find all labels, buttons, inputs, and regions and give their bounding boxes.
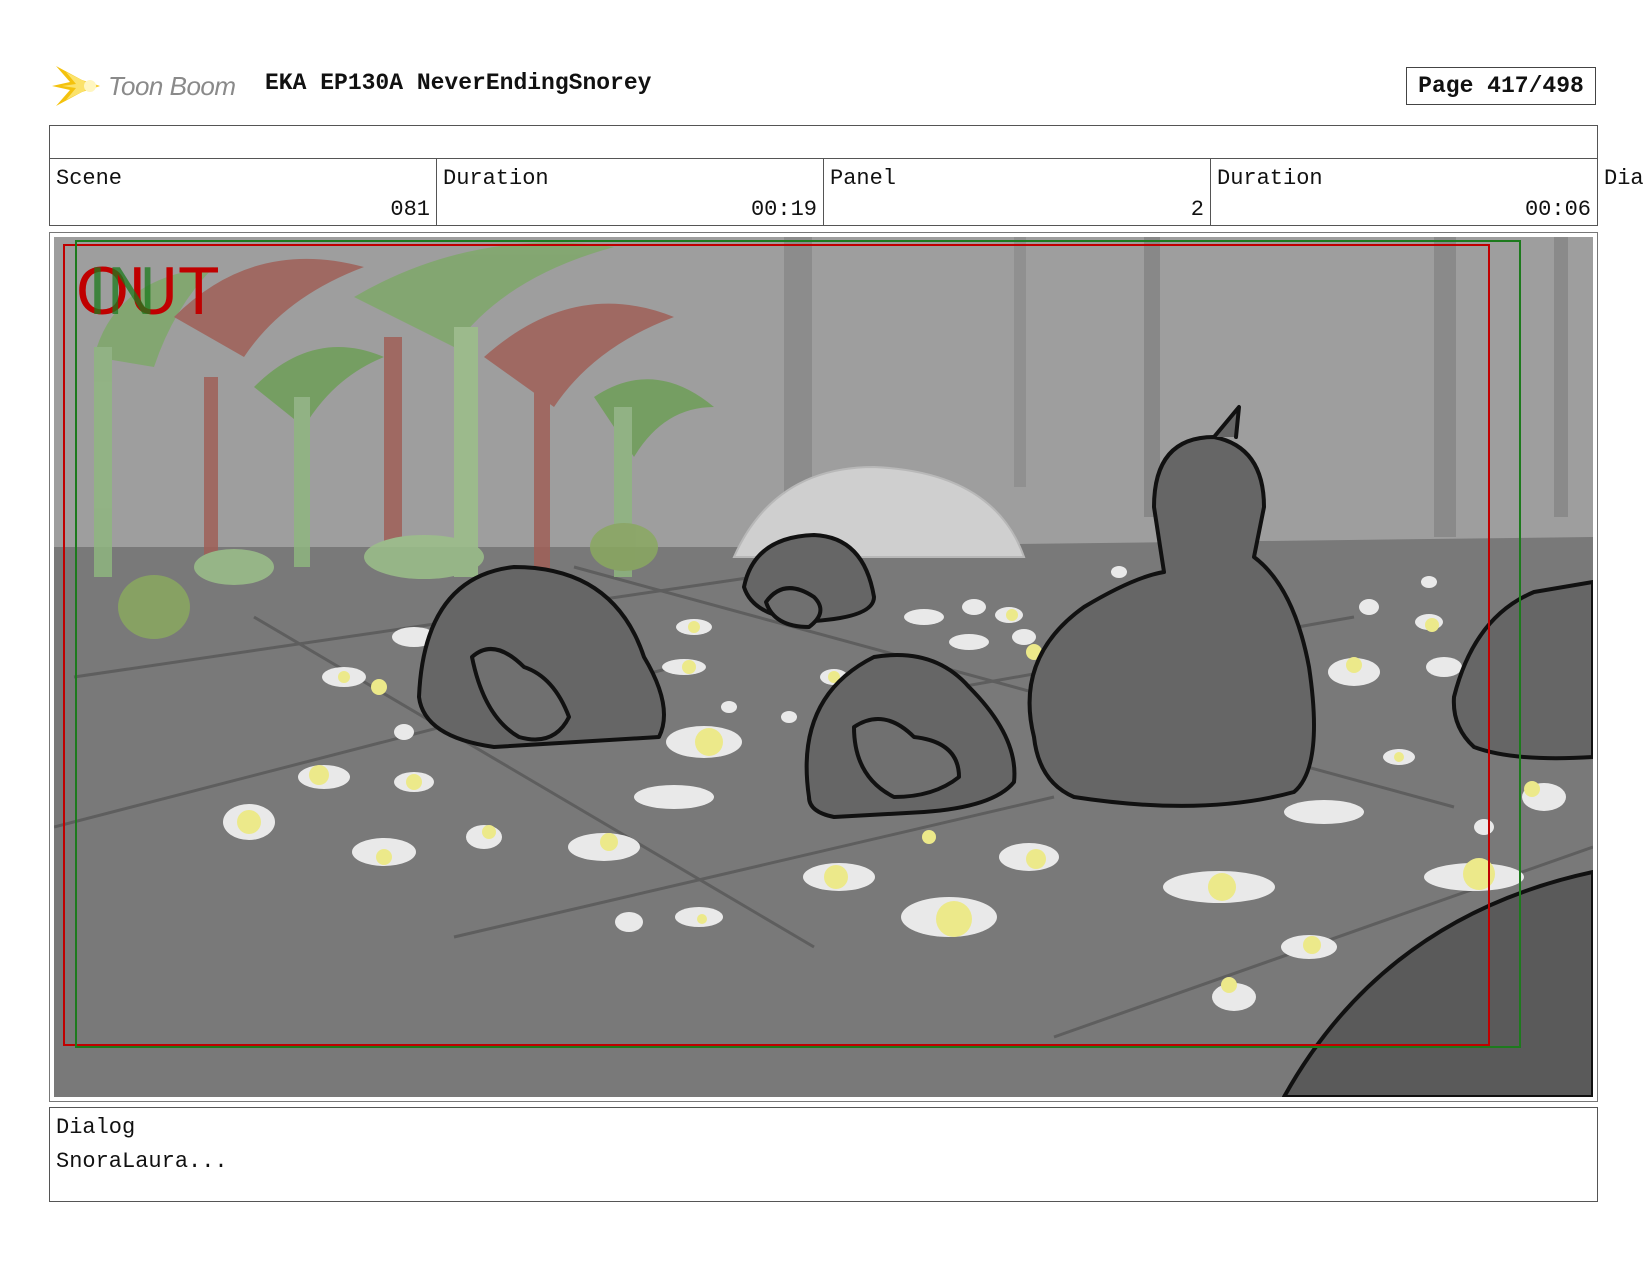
scene-cell: Scene 081 [49,158,437,226]
starburst-icon [52,66,100,106]
dialog-column-label: Dia [1604,166,1644,191]
dialog-box: Dialog SnoraLaura... [49,1107,1598,1202]
document-title: EKA EP130A NeverEndingSnorey [265,70,652,96]
panel-drawing [54,237,1593,1097]
panel-label: Panel [830,166,897,191]
dialog-text: SnoraLaura... [56,1149,228,1174]
panel-duration-value: 00:06 [1524,197,1591,222]
panel-duration-cell: Duration 00:06 [1210,158,1598,226]
page-indicator: Page 417/498 [1406,67,1596,105]
scene-info-row: Scene 081 Duration 00:19 Panel 2 Duratio… [49,158,1648,226]
scene-value: 081 [390,197,430,222]
scene-duration-label: Duration [443,166,549,191]
scene-duration-cell: Duration 00:19 [436,158,824,226]
logo-text: Toon Boom [108,70,236,101]
dialog-label: Dialog [56,1115,136,1140]
toon-boom-logo: Toon Boom [52,58,236,114]
storyboard-panel: OUT IN [49,232,1598,1102]
panel-cell: Panel 2 [823,158,1211,226]
panel-duration-label: Duration [1217,166,1323,191]
header-strip [49,125,1598,159]
scene-duration-value: 00:19 [750,197,817,222]
camera-in-label: IN [88,253,156,329]
panel-value: 2 [1190,197,1204,222]
scene-label: Scene [56,166,123,191]
